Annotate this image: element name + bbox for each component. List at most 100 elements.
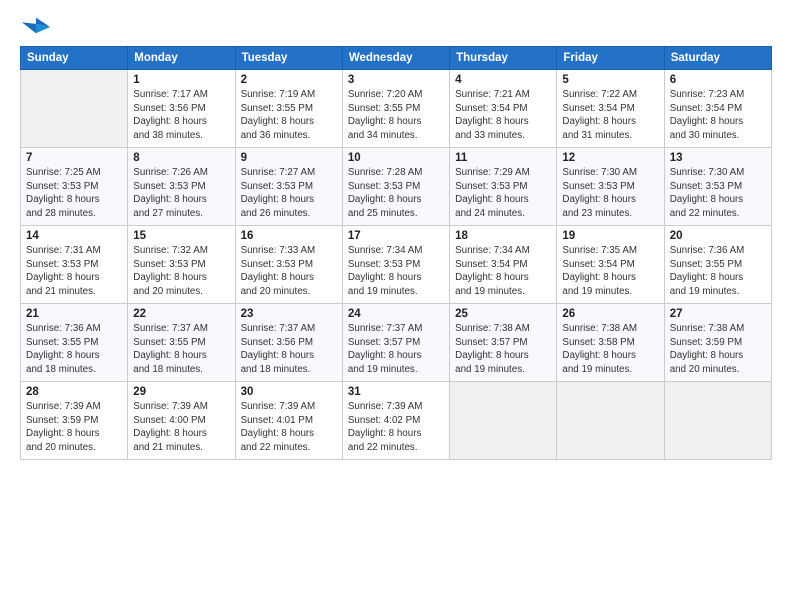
day-info: Sunrise: 7:38 AMSunset: 3:58 PMDaylight:… — [562, 322, 658, 377]
day-number: 2 — [241, 74, 337, 86]
calendar-cell: 16 Sunrise: 7:33 AMSunset: 3:53 PMDayligh… — [235, 226, 342, 304]
header — [20, 16, 772, 38]
calendar-cell: 22 Sunrise: 7:37 AMSunset: 3:55 PMDayligh… — [128, 304, 235, 382]
day-number: 17 — [348, 230, 444, 242]
logo — [20, 16, 54, 38]
weekday-friday: Friday — [557, 47, 664, 70]
day-info: Sunrise: 7:25 AMSunset: 3:53 PMDaylight:… — [26, 166, 122, 221]
day-number: 14 — [26, 230, 122, 242]
day-info: Sunrise: 7:37 AMSunset: 3:55 PMDaylight:… — [133, 322, 229, 377]
weekday-thursday: Thursday — [450, 47, 557, 70]
day-number: 5 — [562, 74, 658, 86]
weekday-wednesday: Wednesday — [342, 47, 449, 70]
calendar-cell: 12 Sunrise: 7:30 AMSunset: 3:53 PMDayligh… — [557, 148, 664, 226]
calendar-cell: 7 Sunrise: 7:25 AMSunset: 3:53 PMDaylight… — [21, 148, 128, 226]
day-info: Sunrise: 7:31 AMSunset: 3:53 PMDaylight:… — [26, 244, 122, 299]
day-number: 7 — [26, 152, 122, 164]
calendar-cell: 20 Sunrise: 7:36 AMSunset: 3:55 PMDayligh… — [664, 226, 771, 304]
calendar-cell: 1 Sunrise: 7:17 AMSunset: 3:56 PMDaylight… — [128, 70, 235, 148]
calendar-cell: 9Sunrise: 7:27 AMSunset: 3:53 PMDaylight… — [235, 148, 342, 226]
day-number: 18 — [455, 230, 551, 242]
calendar-cell: 2Sunrise: 7:19 AMSunset: 3:55 PMDaylight… — [235, 70, 342, 148]
day-info: Sunrise: 7:39 AMSunset: 4:00 PMDaylight:… — [133, 400, 229, 455]
day-number: 16 — [241, 230, 337, 242]
day-info: Sunrise: 7:36 AMSunset: 3:55 PMDaylight:… — [670, 244, 766, 299]
day-info: Sunrise: 7:22 AMSunset: 3:54 PMDaylight:… — [562, 88, 658, 143]
day-number: 22 — [133, 308, 229, 320]
day-number: 4 — [455, 74, 551, 86]
calendar-cell: 27 Sunrise: 7:38 AMSunset: 3:59 PMDayligh… — [664, 304, 771, 382]
day-info: Sunrise: 7:33 AMSunset: 3:53 PMDaylight:… — [241, 244, 337, 299]
day-number: 31 — [348, 386, 444, 398]
calendar-cell: 13Sunrise: 7:30 AMSunset: 3:53 PMDayligh… — [664, 148, 771, 226]
day-info: Sunrise: 7:23 AMSunset: 3:54 PMDaylight:… — [670, 88, 766, 143]
calendar-week-2: 14 Sunrise: 7:31 AMSunset: 3:53 PMDayligh… — [21, 226, 772, 304]
day-number: 23 — [241, 308, 337, 320]
day-number: 20 — [670, 230, 766, 242]
day-info: Sunrise: 7:20 AMSunset: 3:55 PMDaylight:… — [348, 88, 444, 143]
calendar-cell: 30 Sunrise: 7:39 AMSunset: 4:01 PMDayligh… — [235, 382, 342, 460]
weekday-header-row: SundayMondayTuesdayWednesdayThursdayFrid… — [21, 47, 772, 70]
day-number: 10 — [348, 152, 444, 164]
calendar-cell: 6 Sunrise: 7:23 AMSunset: 3:54 PMDaylight… — [664, 70, 771, 148]
day-number: 28 — [26, 386, 122, 398]
calendar-cell — [557, 382, 664, 460]
calendar-cell: 17 Sunrise: 7:34 AMSunset: 3:53 PMDayligh… — [342, 226, 449, 304]
logo-top — [20, 16, 54, 38]
day-info: Sunrise: 7:39 AMSunset: 4:02 PMDaylight:… — [348, 400, 444, 455]
calendar-body: 1 Sunrise: 7:17 AMSunset: 3:56 PMDaylight… — [21, 70, 772, 460]
calendar-cell: 11Sunrise: 7:29 AMSunset: 3:53 PMDayligh… — [450, 148, 557, 226]
day-number: 6 — [670, 74, 766, 86]
calendar-table: SundayMondayTuesdayWednesdayThursdayFrid… — [20, 46, 772, 460]
day-number: 30 — [241, 386, 337, 398]
weekday-monday: Monday — [128, 47, 235, 70]
day-info: Sunrise: 7:37 AMSunset: 3:57 PMDaylight:… — [348, 322, 444, 377]
calendar-cell: 31 Sunrise: 7:39 AMSunset: 4:02 PMDayligh… — [342, 382, 449, 460]
weekday-saturday: Saturday — [664, 47, 771, 70]
calendar-cell: 25 Sunrise: 7:38 AMSunset: 3:57 PMDayligh… — [450, 304, 557, 382]
day-info: Sunrise: 7:26 AMSunset: 3:53 PMDaylight:… — [133, 166, 229, 221]
calendar-week-3: 21Sunrise: 7:36 AMSunset: 3:55 PMDayligh… — [21, 304, 772, 382]
calendar-cell: 5 Sunrise: 7:22 AMSunset: 3:54 PMDaylight… — [557, 70, 664, 148]
day-number: 1 — [133, 74, 229, 86]
day-info: Sunrise: 7:21 AMSunset: 3:54 PMDaylight:… — [455, 88, 551, 143]
day-number: 21 — [26, 308, 122, 320]
day-info: Sunrise: 7:30 AMSunset: 3:53 PMDaylight:… — [562, 166, 658, 221]
day-info: Sunrise: 7:28 AMSunset: 3:53 PMDaylight:… — [348, 166, 444, 221]
day-info: Sunrise: 7:37 AMSunset: 3:56 PMDaylight:… — [241, 322, 337, 377]
day-number: 24 — [348, 308, 444, 320]
calendar-week-1: 7 Sunrise: 7:25 AMSunset: 3:53 PMDaylight… — [21, 148, 772, 226]
calendar-cell: 26 Sunrise: 7:38 AMSunset: 3:58 PMDayligh… — [557, 304, 664, 382]
day-info: Sunrise: 7:34 AMSunset: 3:53 PMDaylight:… — [348, 244, 444, 299]
calendar-cell: 14 Sunrise: 7:31 AMSunset: 3:53 PMDayligh… — [21, 226, 128, 304]
day-number: 27 — [670, 308, 766, 320]
day-number: 26 — [562, 308, 658, 320]
calendar-cell: 23 Sunrise: 7:37 AMSunset: 3:56 PMDayligh… — [235, 304, 342, 382]
day-number: 3 — [348, 74, 444, 86]
day-info: Sunrise: 7:35 AMSunset: 3:54 PMDaylight:… — [562, 244, 658, 299]
page: SundayMondayTuesdayWednesdayThursdayFrid… — [0, 0, 792, 612]
day-number: 9 — [241, 152, 337, 164]
day-number: 19 — [562, 230, 658, 242]
day-number: 15 — [133, 230, 229, 242]
day-info: Sunrise: 7:39 AMSunset: 4:01 PMDaylight:… — [241, 400, 337, 455]
logo-bird-icon — [20, 16, 52, 38]
calendar-cell: 24 Sunrise: 7:37 AMSunset: 3:57 PMDayligh… — [342, 304, 449, 382]
day-info: Sunrise: 7:17 AMSunset: 3:56 PMDaylight:… — [133, 88, 229, 143]
calendar-cell: 19 Sunrise: 7:35 AMSunset: 3:54 PMDayligh… — [557, 226, 664, 304]
day-info: Sunrise: 7:38 AMSunset: 3:59 PMDaylight:… — [670, 322, 766, 377]
day-number: 12 — [562, 152, 658, 164]
day-info: Sunrise: 7:39 AMSunset: 3:59 PMDaylight:… — [26, 400, 122, 455]
calendar-cell: 21Sunrise: 7:36 AMSunset: 3:55 PMDayligh… — [21, 304, 128, 382]
day-info: Sunrise: 7:34 AMSunset: 3:54 PMDaylight:… — [455, 244, 551, 299]
day-number: 25 — [455, 308, 551, 320]
calendar-cell — [450, 382, 557, 460]
calendar-week-4: 28 Sunrise: 7:39 AMSunset: 3:59 PMDayligh… — [21, 382, 772, 460]
day-info: Sunrise: 7:38 AMSunset: 3:57 PMDaylight:… — [455, 322, 551, 377]
day-number: 8 — [133, 152, 229, 164]
day-info: Sunrise: 7:32 AMSunset: 3:53 PMDaylight:… — [133, 244, 229, 299]
day-number: 29 — [133, 386, 229, 398]
day-number: 11 — [455, 152, 551, 164]
calendar-header: SundayMondayTuesdayWednesdayThursdayFrid… — [21, 47, 772, 70]
calendar-cell — [21, 70, 128, 148]
